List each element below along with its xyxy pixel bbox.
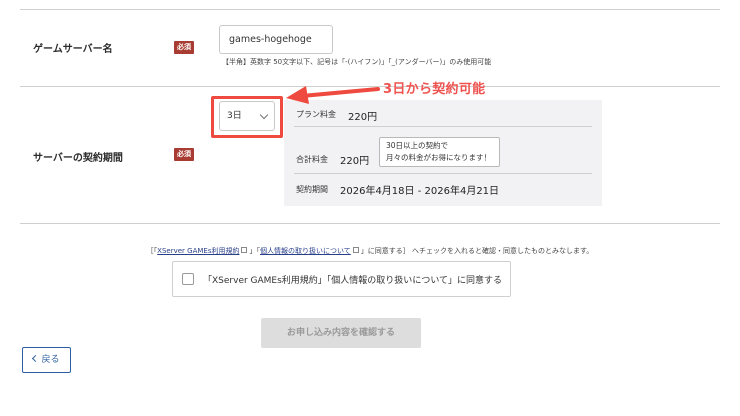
terms-link[interactable]: XServer GAMEs利用規約 bbox=[157, 247, 239, 255]
agreement-separator: 」「 bbox=[249, 247, 260, 255]
agreement-notice-text: 」に同意する］ へチェックを入れると確認・同意したものとみなします。 bbox=[360, 247, 594, 255]
privacy-link[interactable]: 個人情報の取り扱いについて bbox=[260, 247, 351, 255]
chevron-left-icon bbox=[32, 354, 40, 363]
confirm-application-button[interactable]: お申し込み内容を確認する bbox=[261, 318, 421, 348]
section-divider bbox=[20, 223, 720, 224]
agreement-checkbox-label[interactable]: 「XServer GAMEs利用規約」「個人情報の取り扱いについて」に同意する bbox=[203, 273, 502, 286]
agreement-bracket: ［「 bbox=[146, 247, 158, 255]
back-button-label: 戻る bbox=[41, 355, 60, 365]
external-link-icon bbox=[241, 247, 248, 253]
agreement-checkbox-row[interactable]: 「XServer GAMEs利用規約」「個人情報の取り扱いについて」に同意する bbox=[172, 261, 511, 297]
agreement-notice: ［「XServer GAMEs利用規約 」「個人情報の取り扱いについて 」に同意する… bbox=[0, 246, 740, 256]
back-button[interactable]: 戻る bbox=[22, 347, 71, 373]
agreement-checkbox[interactable] bbox=[182, 273, 194, 285]
annotation-text: 3日から契約可能 bbox=[383, 82, 486, 97]
external-link-icon bbox=[352, 247, 359, 253]
annotation-arrow-icon bbox=[286, 86, 380, 104]
